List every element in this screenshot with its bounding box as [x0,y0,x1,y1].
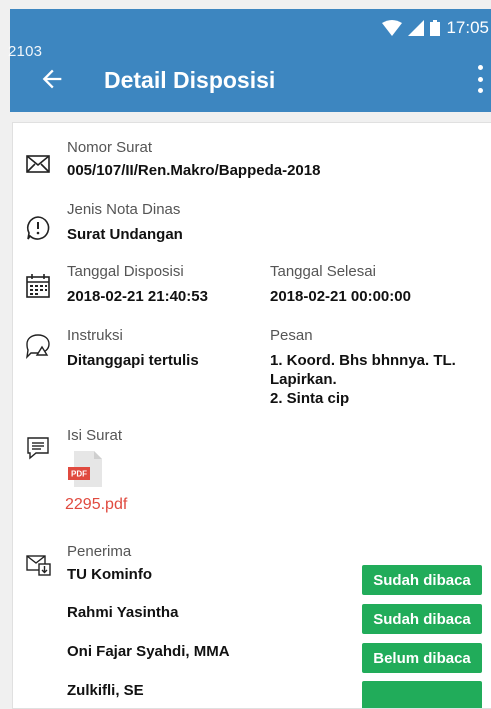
pesan-line-2: Lapirkan. [270,371,337,388]
warning-chat-icon [26,334,50,359]
jenis-nota-label: Jenis Nota Dinas [67,201,181,218]
page-title: Detail Disposisi [104,67,276,93]
app-bar: 17:05 2103 Detail Disposisi [8,9,491,112]
calendar-icon [26,274,50,298]
recipient-name: TU Kominfo [67,566,152,583]
alert-bubble-icon [26,216,50,240]
wifi-icon [382,20,403,36]
pesan-line-3: 2. Sinta cip [270,390,350,407]
mail-icon [26,155,50,173]
battery-icon [430,20,441,36]
pdf-file-icon[interactable]: PDF [68,451,104,487]
tanggal-disposisi-label: Tanggal Disposisi [67,263,184,280]
signal-icon [408,20,425,36]
penerima-label: Penerima [67,543,132,560]
pesan-line-1: 1. Koord. Bhs bhnnya. TL. [270,352,456,369]
message-lines-icon [27,437,49,460]
mail-inbox-icon [26,555,51,576]
detail-card: Nomor Surat 005/107/II/Ren.Makro/Bappeda… [12,122,491,709]
status-badge [362,681,482,708]
recipient-name: Zulkifli, SE [67,682,144,699]
more-options-icon[interactable] [475,65,485,93]
recipient-name: Rahmi Yasintha [67,604,179,621]
nomor-surat-value: 005/107/II/Ren.Makro/Bappeda-2018 [67,162,321,179]
recipient-name: Oni Fajar Syahdi, MMA [67,643,230,660]
status-bar: 17:05 [382,17,491,39]
nomor-surat-label: Nomor Surat [67,139,153,156]
tanggal-selesai-value: 2018-02-21 00:00:00 [270,288,411,305]
pesan-label: Pesan [270,327,313,344]
jenis-nota-value: Surat Undangan [67,226,183,243]
debug-text: 2103 [8,43,43,60]
status-time: 17:05 [446,18,489,37]
back-arrow-icon[interactable] [38,65,66,93]
isi-surat-label: Isi Surat [67,427,123,444]
read-status-badge: Sudah dibaca [362,565,482,595]
instruksi-value: Ditanggapi tertulis [67,352,199,369]
tanggal-selesai-label: Tanggal Selesai [270,263,376,280]
pdf-badge-text: PDF [71,470,87,479]
read-status-badge: Sudah dibaca [362,604,482,634]
unread-status-badge: Belum dibaca [362,643,482,673]
instruksi-label: Instruksi [67,327,123,344]
pdf-file-link[interactable]: 2295.pdf [65,496,127,514]
tanggal-disposisi-value: 2018-02-21 21:40:53 [67,288,208,305]
